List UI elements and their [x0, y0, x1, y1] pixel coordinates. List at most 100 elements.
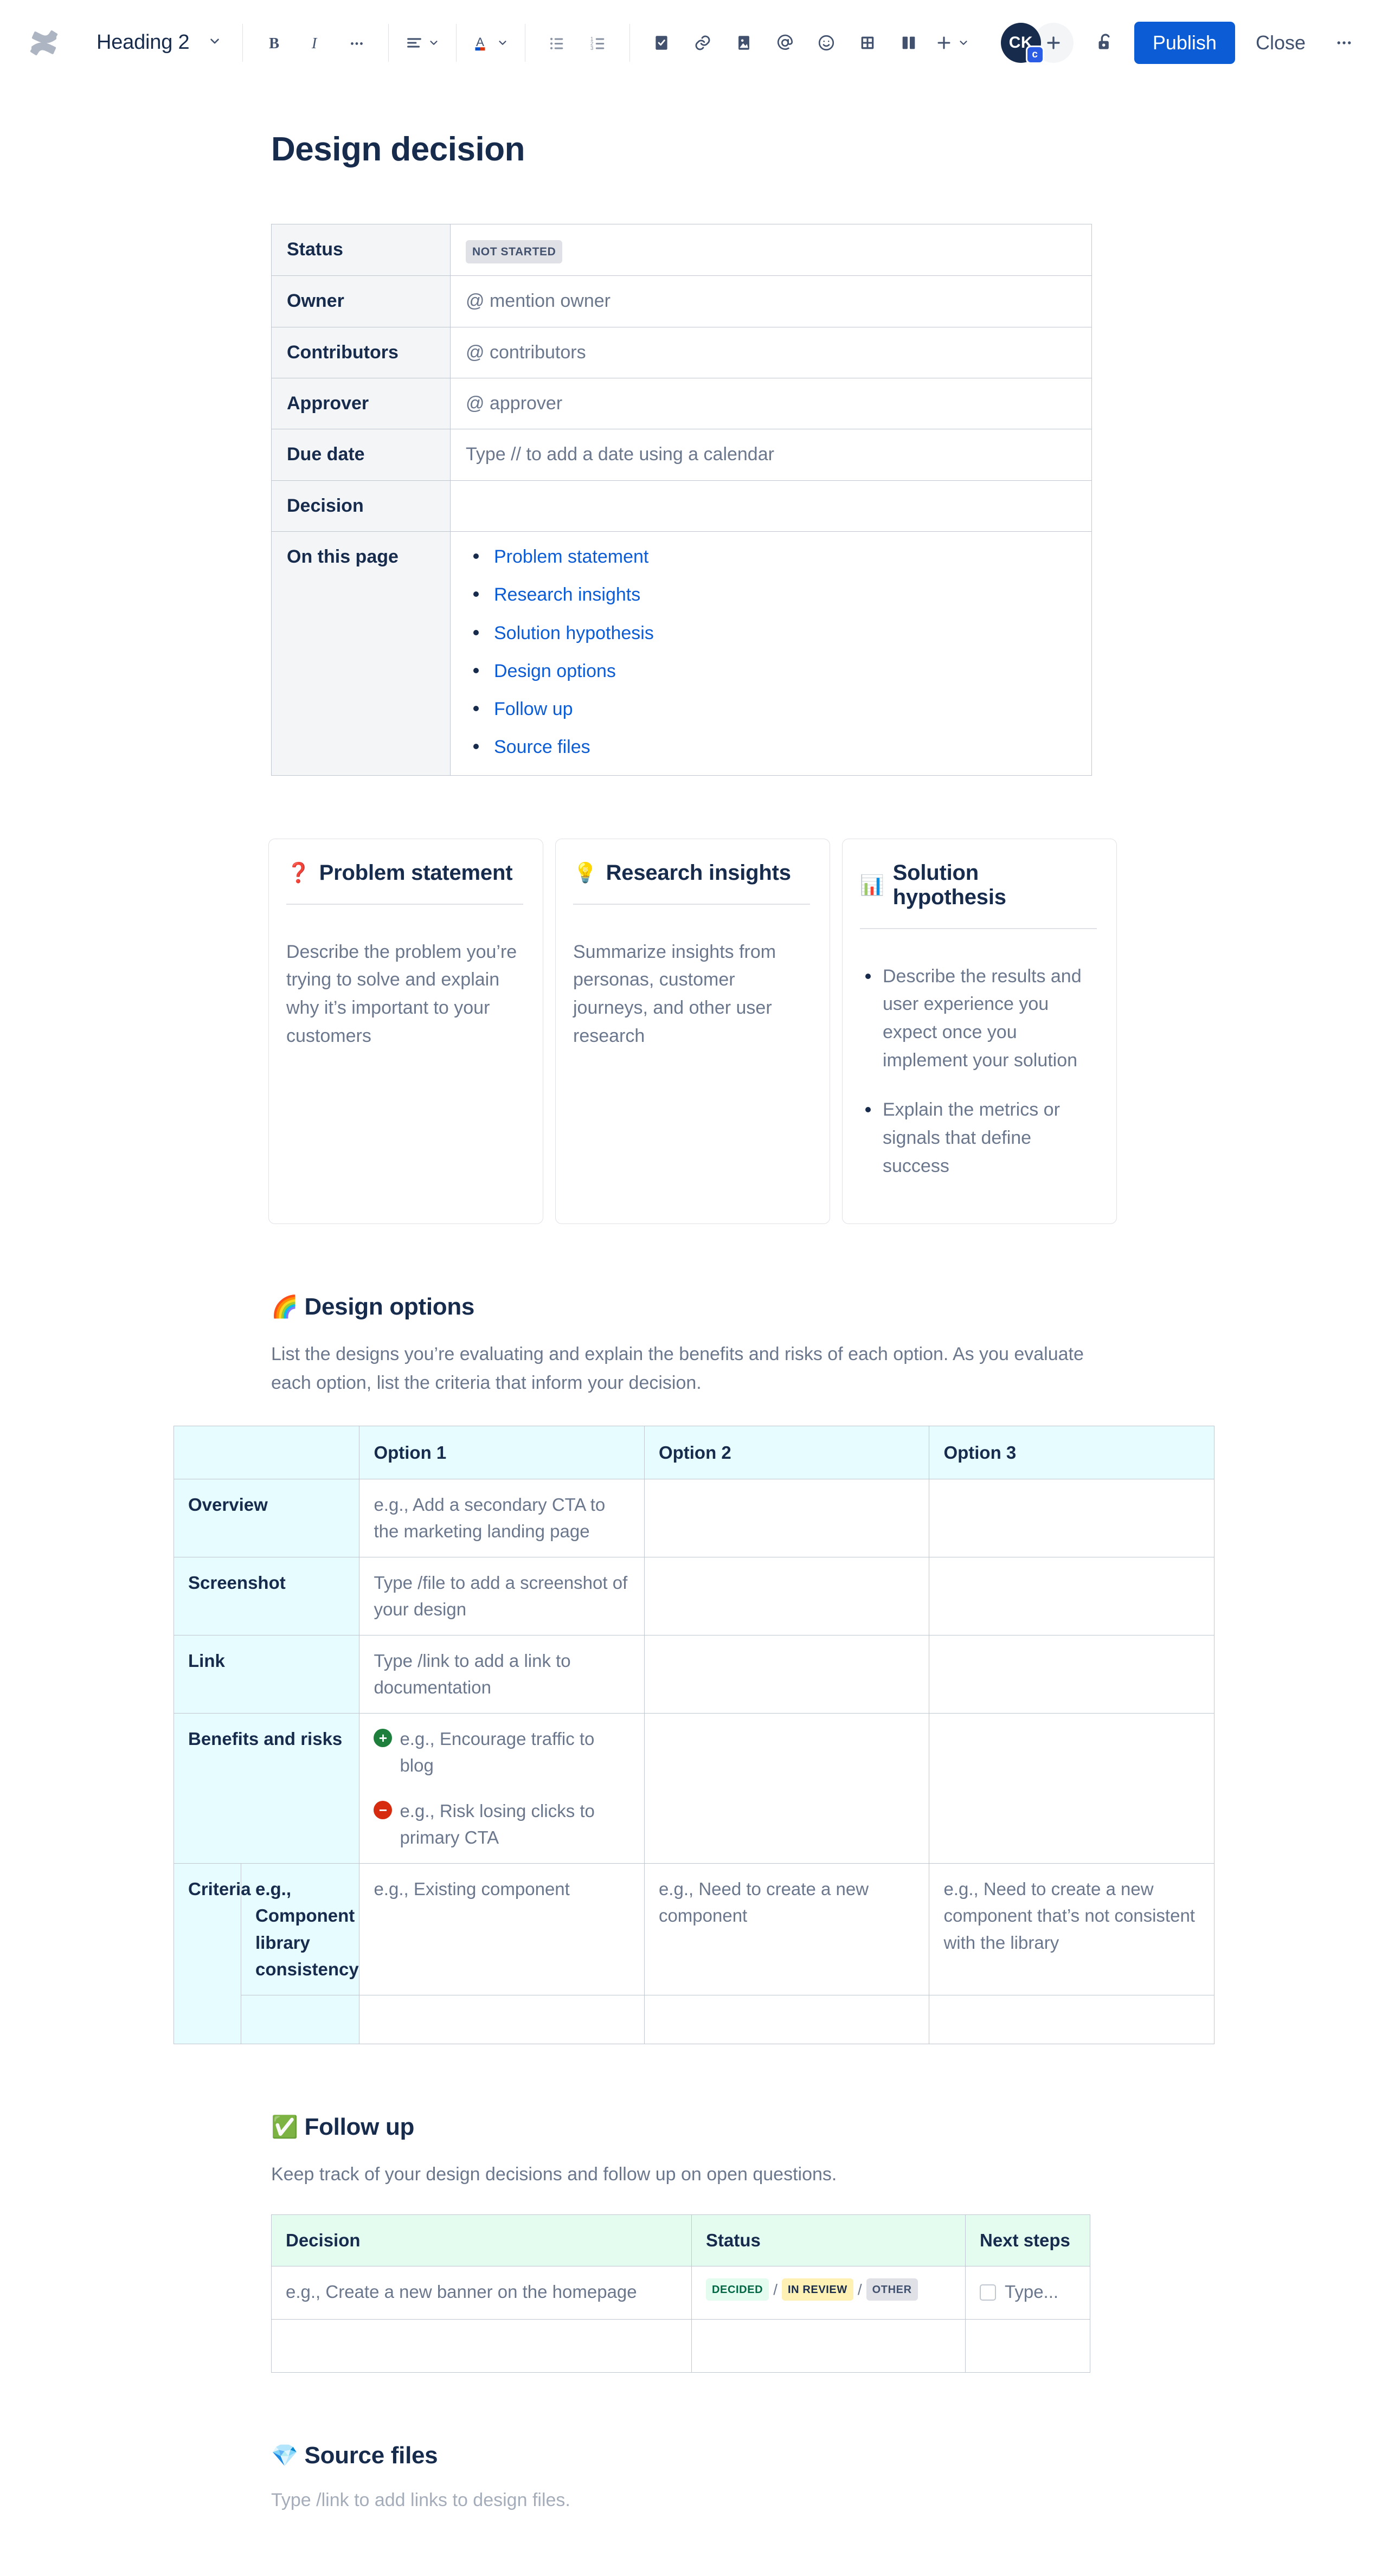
- avatar[interactable]: CK c: [1000, 22, 1044, 64]
- card-body[interactable]: Summarize insights from personas, custom…: [573, 938, 810, 1051]
- toc-link-solution-hypothesis[interactable]: Solution hypothesis: [494, 623, 654, 643]
- status-badge-in-review[interactable]: IN REVIEW: [782, 2278, 853, 2301]
- cell-decision[interactable]: e.g., Create a new banner on the homepag…: [271, 2265, 692, 2320]
- toolbar-divider: [456, 23, 457, 62]
- status-options: DECIDED / IN REVIEW / OTHER: [706, 2278, 951, 2301]
- row-value-approver[interactable]: @ approver: [450, 378, 1092, 430]
- confluence-logo-icon[interactable]: [24, 28, 64, 57]
- italic-button[interactable]: I: [295, 22, 336, 63]
- source-files-placeholder[interactable]: Type /link to add links to design files.: [271, 2490, 1117, 2511]
- page-title[interactable]: Design decision: [271, 130, 1117, 169]
- numbered-list-icon[interactable]: 123: [577, 22, 619, 63]
- link-icon[interactable]: [682, 22, 723, 63]
- risk-item: − e.g., Risk losing clicks to primary CT…: [374, 1798, 630, 1851]
- row-label-link: Link: [173, 1634, 360, 1714]
- chevron-down-icon: [497, 37, 509, 49]
- cell-benefits-option-2[interactable]: [644, 1712, 930, 1864]
- restrictions-unlock-icon[interactable]: [1087, 24, 1124, 62]
- toc-link-follow-up[interactable]: Follow up: [494, 699, 573, 719]
- cell-link-option-1[interactable]: Type /link to add a link to documentatio…: [359, 1634, 645, 1714]
- text-align-button[interactable]: [400, 22, 445, 63]
- cell-overview-option-1[interactable]: e.g., Add a secondary CTA to the marketi…: [359, 1478, 645, 1557]
- cell-criteria-1-option-2[interactable]: e.g., Need to create a new component: [644, 1863, 930, 1995]
- bold-button[interactable]: B: [254, 22, 295, 63]
- cell-screenshot-option-1[interactable]: Type /file to add a screenshot of your d…: [359, 1556, 645, 1635]
- mention-at-icon[interactable]: [764, 22, 806, 63]
- cell-link-option-2[interactable]: [644, 1634, 930, 1714]
- card-solution-hypothesis: 📊 Solution hypothesis Describe the resul…: [842, 838, 1117, 1225]
- text-style-dropdown[interactable]: Heading 2: [87, 25, 232, 60]
- col-header-option-3: Option 3: [929, 1425, 1214, 1479]
- benefit-item: + e.g., Encourage traffic to blog: [374, 1725, 630, 1779]
- cell-status-empty[interactable]: [691, 2319, 966, 2373]
- task-checkbox-icon[interactable]: [641, 22, 682, 63]
- row-value-contributors[interactable]: @ contributors: [450, 326, 1092, 379]
- toolbar-right-actions: CK c Publish Close: [1000, 21, 1364, 64]
- svg-text:I: I: [311, 35, 318, 51]
- more-actions-ellipsis-icon[interactable]: [1324, 23, 1364, 63]
- section-heading-source-files: 💎 Source files: [271, 2442, 1117, 2469]
- section-description[interactable]: Keep track of your design decisions and …: [271, 2160, 1090, 2189]
- row-key-owner: Owner: [271, 275, 451, 327]
- cell-screenshot-option-2[interactable]: [644, 1556, 930, 1635]
- more-formatting-ellipsis-icon[interactable]: [336, 22, 377, 63]
- cell-benefits-option-3[interactable]: [929, 1712, 1214, 1864]
- row-value-owner[interactable]: @ mention owner: [450, 275, 1092, 327]
- cell-benefits-option-1[interactable]: + e.g., Encourage traffic to blog − e.g.…: [359, 1712, 645, 1864]
- image-icon[interactable]: [723, 22, 764, 63]
- list-item[interactable]: Explain the metrics or signals that defi…: [860, 1096, 1097, 1180]
- card-problem-statement: ❓ Problem statement Describe the problem…: [268, 838, 543, 1225]
- insert-more-button[interactable]: [929, 22, 975, 63]
- cell-criteria-2-option-1[interactable]: [359, 1994, 645, 2044]
- page-layout-icon[interactable]: [888, 22, 929, 63]
- bullet-list-icon[interactable]: [536, 22, 577, 63]
- card-title-row: ❓ Problem statement: [286, 861, 523, 885]
- list-item: Follow up: [466, 696, 1076, 723]
- cell-status[interactable]: DECIDED / IN REVIEW / OTHER: [691, 2265, 966, 2320]
- cell-criteria-2-option-2[interactable]: [644, 1994, 930, 2044]
- list-item[interactable]: Describe the results and user experience…: [860, 963, 1097, 1075]
- toc-link-source-files[interactable]: Source files: [494, 737, 590, 757]
- cell-decision-empty[interactable]: [271, 2319, 692, 2373]
- table-icon[interactable]: [847, 22, 888, 63]
- card-title-row: 💡 Research insights: [573, 861, 810, 885]
- cell-criteria-2-option-3[interactable]: [929, 1994, 1214, 2044]
- card-bullet-list: Describe the results and user experience…: [860, 963, 1097, 1181]
- section-description[interactable]: List the designs you’re evaluating and e…: [271, 1340, 1090, 1397]
- emoji-smiley-icon[interactable]: [806, 22, 847, 63]
- task-checkbox[interactable]: [980, 2284, 996, 2301]
- page-body: Design decision Status NOT STARTED Owner…: [0, 130, 1388, 2576]
- page-properties-table: Status NOT STARTED Owner @ mention owner…: [271, 223, 1092, 776]
- row-value-decision[interactable]: [450, 480, 1092, 532]
- gem-stone-emoji: 💎: [271, 2443, 298, 2468]
- status-badge-other[interactable]: OTHER: [866, 2278, 918, 2301]
- cell-criteria-1-option-3[interactable]: e.g., Need to create a new component tha…: [929, 1863, 1214, 1995]
- row-value-status[interactable]: NOT STARTED: [450, 223, 1092, 276]
- rainbow-emoji: 🌈: [271, 1295, 298, 1319]
- criteria-sub-label-2[interactable]: [240, 1994, 360, 2044]
- status-badge-decided[interactable]: DECIDED: [706, 2278, 769, 2301]
- toc-link-research-insights[interactable]: Research insights: [494, 584, 640, 605]
- table-row: [174, 1994, 1214, 2044]
- publish-button[interactable]: Publish: [1134, 21, 1235, 64]
- toc-link-problem-statement[interactable]: Problem statement: [494, 546, 648, 567]
- cell-next-steps-empty[interactable]: [965, 2319, 1090, 2373]
- card-body[interactable]: Describe the problem you’re trying to so…: [286, 938, 523, 1051]
- cell-screenshot-option-3[interactable]: [929, 1556, 1214, 1635]
- toc-link-design-options[interactable]: Design options: [494, 661, 616, 681]
- row-value-due-date[interactable]: Type // to add a date using a calendar: [450, 429, 1092, 481]
- row-label-screenshot: Screenshot: [173, 1556, 360, 1635]
- cell-overview-option-3[interactable]: [929, 1478, 1214, 1557]
- row-key-decision: Decision: [271, 480, 451, 532]
- text-color-button[interactable]: A: [467, 22, 514, 63]
- list-item: Solution hypothesis: [466, 620, 1076, 647]
- cell-next-steps[interactable]: Type...: [965, 2265, 1090, 2320]
- table-row: Criteria e.g., Component library consist…: [174, 1863, 1214, 2044]
- section-title: Design options: [304, 1293, 475, 1321]
- cell-overview-option-2[interactable]: [644, 1478, 930, 1557]
- cell-link-option-3[interactable]: [929, 1634, 1214, 1714]
- chevron-down-icon: [428, 37, 440, 49]
- criteria-sub-label-1[interactable]: e.g., Component library consistency: [240, 1863, 360, 1995]
- cell-criteria-1-option-1[interactable]: e.g., Existing component: [359, 1863, 645, 1995]
- close-button[interactable]: Close: [1241, 22, 1321, 64]
